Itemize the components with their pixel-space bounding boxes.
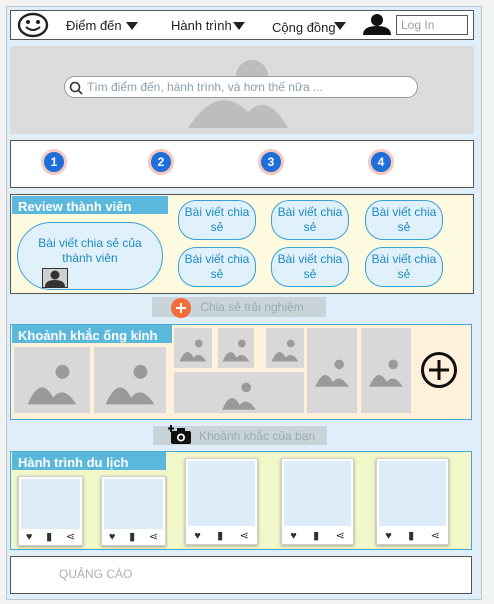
share-icon[interactable]: ⋖	[240, 529, 249, 543]
heart-icon[interactable]: ♥	[290, 529, 297, 543]
moment-photo-3[interactable]	[174, 328, 212, 368]
your-moment-label: Khoảnh khắc của bạn	[198, 428, 316, 443]
journey-card-actions: ♥ ▮ ⋖	[19, 529, 82, 545]
moment-photo-1[interactable]	[14, 347, 90, 413]
heart-icon[interactable]: ♥	[109, 530, 116, 544]
advertisement-banner[interactable]: QUẢNG CÁO	[10, 556, 472, 594]
moment-photo-5[interactable]	[266, 328, 304, 368]
bookmark-icon[interactable]: ▮	[217, 529, 223, 543]
add-photo-camera-icon[interactable]	[168, 425, 192, 445]
journey-card-actions: ♥ ▮ ⋖	[186, 528, 257, 544]
bookmark-icon[interactable]: ▮	[129, 530, 135, 544]
heart-icon[interactable]: ♥	[194, 529, 201, 543]
journey-card-actions: ♥ ▮ ⋖	[102, 529, 165, 545]
share-icon[interactable]: ⋖	[66, 530, 75, 544]
journey-card-1[interactable]: ♥ ▮ ⋖	[18, 476, 83, 546]
moment-photo-2[interactable]	[94, 347, 166, 413]
share-icon[interactable]: ⋖	[149, 530, 158, 544]
journey-card-actions: ♥ ▮ ⋖	[377, 528, 448, 544]
journey-card-image	[21, 479, 80, 529]
journey-card-image	[188, 461, 255, 526]
moment-photo-4[interactable]	[218, 328, 254, 368]
journeys-section-title: Hành trình du lịch	[12, 452, 166, 470]
bookmark-icon[interactable]: ▮	[408, 529, 414, 543]
share-icon[interactable]: ⋖	[431, 529, 440, 543]
bookmark-icon[interactable]: ▮	[46, 530, 52, 544]
heart-icon[interactable]: ♥	[385, 529, 392, 543]
journey-card-image	[284, 461, 351, 526]
journey-card-3[interactable]: ♥ ▮ ⋖	[185, 458, 258, 545]
heart-icon[interactable]: ♥	[26, 530, 33, 544]
journey-card-5[interactable]: ♥ ▮ ⋖	[376, 458, 449, 545]
journey-card-actions: ♥ ▮ ⋖	[282, 528, 353, 544]
journey-card-image	[104, 479, 163, 529]
journey-card-2[interactable]: ♥ ▮ ⋖	[101, 476, 166, 546]
add-moment-icon[interactable]	[420, 351, 458, 389]
advertisement-label: QUẢNG CÁO	[59, 567, 133, 581]
journey-card-image	[379, 461, 446, 526]
bookmark-icon[interactable]: ▮	[313, 529, 319, 543]
moment-photo-6[interactable]	[174, 372, 304, 413]
share-icon[interactable]: ⋖	[336, 529, 345, 543]
journey-card-4[interactable]: ♥ ▮ ⋖	[281, 458, 354, 545]
moment-photo-8[interactable]	[361, 328, 411, 413]
moment-photo-7[interactable]	[307, 328, 357, 413]
